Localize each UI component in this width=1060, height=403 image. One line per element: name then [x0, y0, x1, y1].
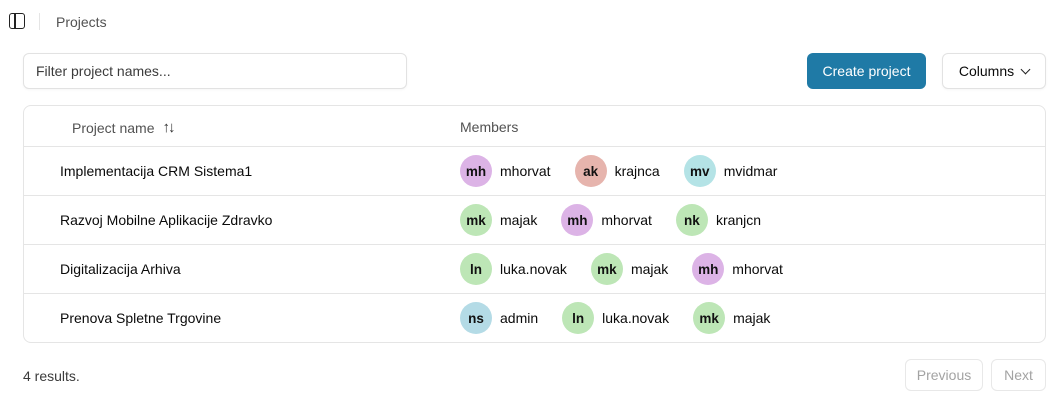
divider [39, 13, 40, 30]
member-username: mvidmar [723, 163, 778, 179]
avatar: mk [590, 253, 623, 285]
panel-left-icon[interactable] [9, 13, 25, 29]
table-row[interactable]: Implementacija CRM Sistema1 mh mhorvat ak kr… [24, 147, 1045, 196]
chevron-down-icon [1020, 64, 1031, 74]
table-row[interactable]: Digitalizacija Arhiva ln luka.novak mk majak… [24, 245, 1045, 294]
avatar: nk [675, 204, 708, 236]
create-project-button[interactable]: Create project [807, 53, 926, 89]
next-page-button[interactable]: Next [991, 359, 1046, 391]
avatar: mh [561, 204, 594, 236]
member-chip: mv mvidmar [683, 155, 778, 187]
project-name-cell: Digitalizacija Arhiva [60, 261, 181, 277]
member-chip: mk majak [590, 253, 669, 285]
projects-table: Project name ↑↓ Members Implementacija C… [23, 105, 1046, 343]
avatar: mk [693, 302, 726, 334]
member-username: majak [500, 212, 538, 228]
top-bar: Projects [0, 0, 1060, 44]
members-cell: ns admin ln luka.novak mk majak [460, 302, 794, 334]
avatar: ak [574, 155, 607, 187]
member-username: luka.novak [602, 310, 670, 326]
avatar: mv [683, 155, 716, 187]
member-chip: mk majak [693, 302, 770, 334]
member-username: mhorvat [601, 212, 652, 228]
member-username: mhorvat [732, 261, 783, 277]
members-cell: mh mhorvat ak krajnca mv mvidmar [460, 155, 801, 187]
sort-project-name-button[interactable]: Project name ↑↓ [72, 119, 175, 136]
member-username: mhorvat [500, 163, 551, 179]
member-chip: mh mhorvat [561, 204, 652, 236]
member-username: luka.novak [500, 261, 567, 277]
member-chip: nk kranjcn [675, 204, 762, 236]
member-chip: mk majak [460, 204, 537, 236]
avatar: ln [562, 302, 595, 334]
arrow-up-down-icon: ↑↓ [162, 119, 175, 136]
column-header-members: Members [460, 119, 519, 135]
table-row[interactable]: Razvoj Mobilne Aplikacije Zdravko mk majak… [24, 196, 1045, 245]
filter-input[interactable] [23, 53, 407, 89]
member-chip: ak krajnca [574, 155, 660, 187]
avatar: mk [460, 204, 492, 236]
avatar: ns [460, 302, 492, 334]
member-chip: ln luka.novak [562, 302, 669, 334]
member-username: majak [630, 261, 669, 277]
avatar: ln [460, 253, 492, 285]
previous-page-button[interactable]: Previous [905, 359, 983, 391]
members-cell: mk majak mh mhorvat nk kranjcn [460, 204, 785, 236]
table-row[interactable]: Prenova Spletne Trgovine ns admin ln luka.no… [24, 294, 1045, 342]
member-chip: mh mhorvat [460, 155, 551, 187]
table-header-row: Project name ↑↓ Members [24, 106, 1045, 147]
member-username: majak [733, 310, 771, 326]
column-header-project-name: Project name [72, 119, 155, 136]
columns-label: Columns [958, 63, 1015, 79]
avatar: mh [460, 155, 492, 187]
project-name-cell: Razvoj Mobilne Aplikacije Zdravko [60, 212, 273, 228]
member-username: krajnca [614, 163, 660, 179]
breadcrumb[interactable]: Projects [56, 14, 107, 30]
results-count: 4 results. [23, 368, 80, 384]
avatar: mh [692, 253, 725, 285]
member-username: kranjcn [715, 212, 762, 228]
member-chip: ln luka.novak [460, 253, 567, 285]
columns-button[interactable]: Columns [942, 53, 1046, 89]
member-chip: ns admin [460, 302, 538, 334]
member-username: admin [500, 310, 539, 326]
members-cell: ln luka.novak mk majak mh mhorvat [460, 253, 807, 285]
member-chip: mh mhorvat [692, 253, 783, 285]
project-name-cell: Implementacija CRM Sistema1 [60, 163, 253, 179]
project-name-cell: Prenova Spletne Trgovine [60, 310, 222, 326]
